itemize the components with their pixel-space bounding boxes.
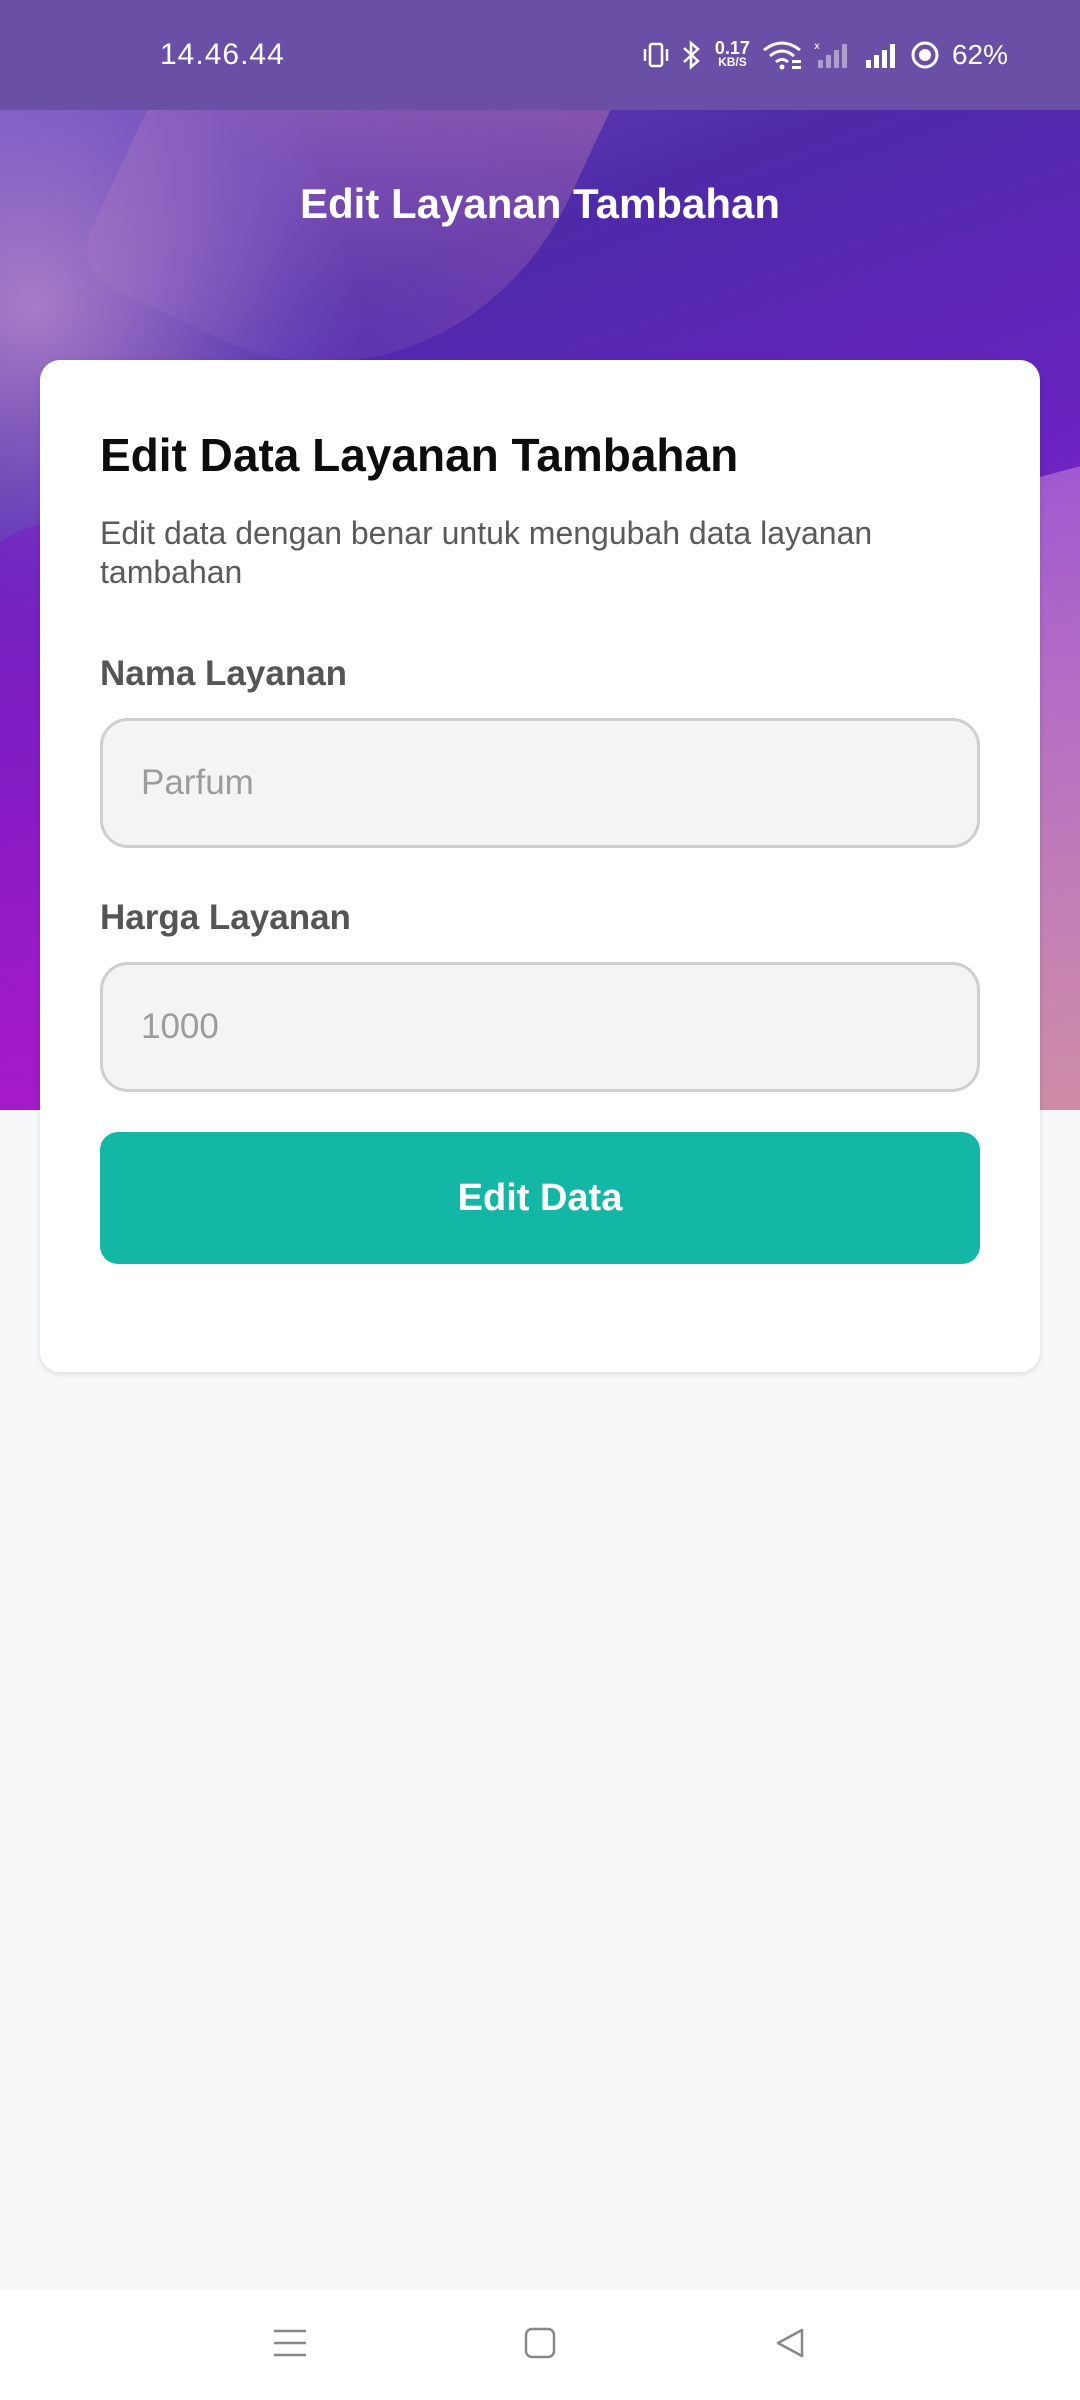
service-name-label: Nama Layanan: [100, 654, 348, 693]
form-subtitle: Edit data dengan benar untuk mengubah da…: [100, 515, 873, 590]
menu-icon: [272, 2327, 308, 2364]
network-speed-unit: KB/S: [718, 55, 747, 69]
back-button[interactable]: [665, 2290, 915, 2400]
home-square-icon: [524, 2327, 556, 2364]
home-button[interactable]: [415, 2290, 665, 2400]
battery-percent: 62%: [951, 39, 1008, 70]
battery-icon: [910, 38, 940, 72]
vibrate-icon: [643, 38, 669, 72]
edit-data-button[interactable]: Edit Data: [100, 1132, 980, 1264]
signal-sim2-icon: [862, 38, 898, 72]
network-speed-value: 0.17: [714, 38, 750, 58]
edit-data-button-label: Edit Data: [457, 1176, 623, 1219]
service-price-input[interactable]: 1000: [100, 962, 980, 1092]
status-icons: 0.17 KB/S x 62%: [643, 38, 1008, 72]
system-nav-bar: [0, 2290, 1080, 2400]
back-triangle-icon: [774, 2327, 806, 2364]
service-price-label: Harga Layanan: [100, 898, 351, 937]
svg-text:x: x: [814, 41, 820, 52]
service-name-input[interactable]: Parfum: [100, 718, 980, 848]
bluetooth-icon: [681, 38, 703, 72]
status-bar: 14.46.44 0.17 KB/S x 62%: [0, 0, 1080, 110]
page-title: Edit Layanan Tambahan: [300, 180, 780, 227]
menu-button[interactable]: [165, 2290, 415, 2400]
service-name-placeholder: Parfum: [141, 763, 254, 802]
status-time: 14.46.44: [160, 38, 285, 71]
wifi-icon: [762, 38, 802, 72]
edit-form-card: Edit Data Layanan Tambahan Edit data den…: [40, 360, 1040, 1372]
service-price-placeholder: 1000: [141, 1007, 219, 1046]
form-title: Edit Data Layanan Tambahan: [100, 429, 739, 481]
signal-sim1-icon: x: [814, 38, 850, 72]
network-speed: 0.17 KB/S: [715, 38, 750, 72]
